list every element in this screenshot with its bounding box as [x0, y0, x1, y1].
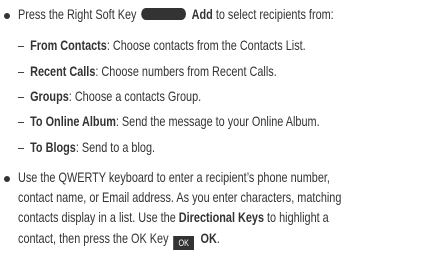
bullet2-line-2: contact name, or Email address. As you e…	[18, 190, 342, 205]
list-item-desc: : Send the message to your Online Album.	[115, 114, 320, 129]
add-key-label: Add	[191, 7, 213, 22]
bullet2-line4-before: contact, then press the OK Key	[18, 231, 169, 246]
list-item-label: To Blogs	[30, 140, 76, 155]
bullet1-text-after: to select recipients from:	[212, 7, 334, 22]
bullet2-line3-after: to highlight a	[264, 210, 329, 225]
list-item-label: Groups	[30, 89, 69, 104]
list-item-desc: : Choose numbers from Recent Calls.	[95, 64, 277, 79]
dash-marker: –	[18, 140, 25, 155]
bullet1-line: Press the Right Soft Key Add to select re…	[18, 7, 334, 22]
list-item: – To Online Album: Send the message to y…	[18, 114, 320, 129]
bullet-icon	[4, 176, 10, 182]
dash-marker: –	[18, 114, 25, 129]
dash-marker: –	[18, 64, 25, 79]
list-item-label: To Online Album	[30, 114, 116, 129]
list-item-desc: : Choose contacts from the Contacts List…	[106, 38, 306, 53]
list-item-label: From Contacts	[30, 38, 107, 53]
bullet2-line-4: contact, then press the OK Key OK OK.	[18, 231, 220, 250]
bullet2-line-3: contacts display in a list. Use the Dire…	[18, 210, 329, 225]
list-item-desc: : Choose a contacts Group.	[68, 89, 202, 104]
bullet2-line-1: Use the QWERTY keyboard to enter a recip…	[18, 170, 330, 185]
bullet2-line3-before: contacts display in a list. Use the	[18, 210, 179, 225]
dash-marker: –	[18, 89, 25, 104]
bullet-icon	[4, 13, 10, 19]
instructions-document: Press the Right Soft Key Add to select re…	[0, 0, 438, 255]
list-item-label: Recent Calls	[30, 64, 96, 79]
list-item: – From Contacts: Choose contacts from th…	[18, 38, 306, 53]
list-item: – Groups: Choose a contacts Group.	[18, 89, 201, 104]
bullet1-text-before: Press the Right Soft Key	[18, 7, 137, 22]
dash-marker: –	[18, 38, 25, 53]
directional-keys-label: Directional Keys	[178, 210, 265, 225]
list-item-desc: : Send to a blog.	[75, 140, 156, 155]
list-item: – Recent Calls: Choose numbers from Rece…	[18, 64, 277, 79]
ok-key-icon: OK	[173, 236, 195, 250]
right-soft-key-icon	[141, 8, 187, 20]
list-item: – To Blogs: Send to a blog.	[18, 140, 155, 155]
bullet2-line4-end: .	[216, 231, 220, 246]
ok-key-label: OK	[200, 231, 217, 246]
